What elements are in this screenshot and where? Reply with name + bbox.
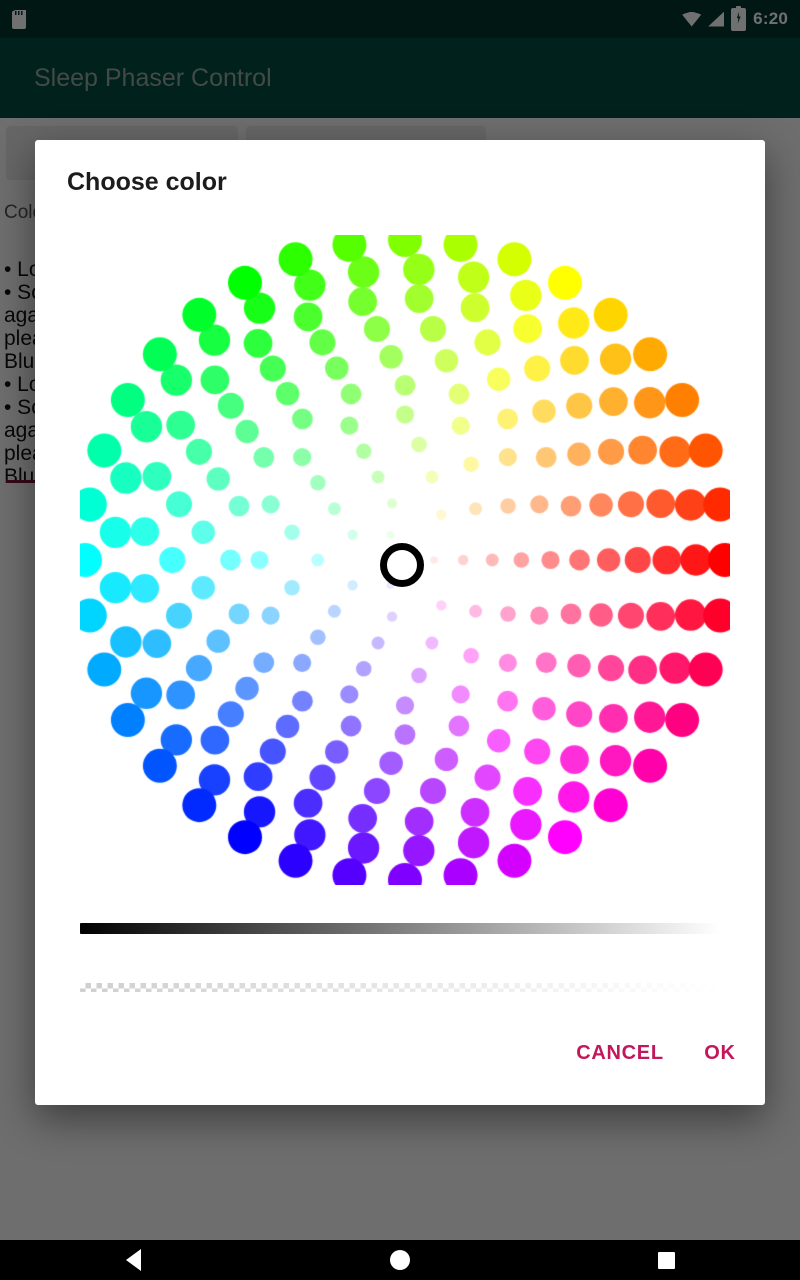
value-slider[interactable]: [80, 923, 720, 934]
ok-button[interactable]: OK: [695, 1033, 745, 1073]
recents-icon: [658, 1251, 676, 1269]
choose-color-dialog: Choose color CANCEL OK: [35, 140, 765, 1105]
nav-back-button[interactable]: [73, 1240, 193, 1280]
dialog-title: Choose color: [67, 168, 227, 196]
cancel-button[interactable]: CANCEL: [565, 1033, 675, 1073]
back-icon: [125, 1249, 141, 1271]
alpha-slider[interactable]: [80, 983, 720, 992]
nav-home-button[interactable]: [340, 1240, 460, 1280]
navigation-bar: [0, 1240, 800, 1280]
home-icon: [389, 1250, 410, 1270]
nav-recents-button[interactable]: [607, 1240, 727, 1280]
dialog-actions: CANCEL OK: [35, 1015, 765, 1105]
color-selector-ring[interactable]: [380, 543, 424, 587]
color-wheel-container[interactable]: [35, 215, 765, 905]
